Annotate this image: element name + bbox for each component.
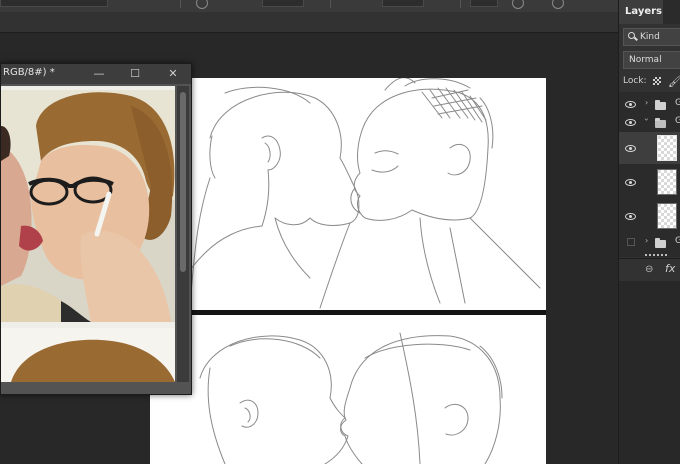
blend-mode-label: Normal [629,55,662,65]
chevron-down-icon[interactable]: › [642,118,651,121]
reference-photo [1,86,175,382]
layer-name: G [675,116,680,126]
reference-scrollbar-thumb[interactable] [180,92,186,272]
visibility-eye-icon[interactable] [625,145,636,152]
layer-filter-kind[interactable]: Kind [623,28,680,46]
layer-row-group[interactable]: › G [619,114,680,130]
options-field[interactable] [0,0,108,7]
folder-icon [655,100,666,110]
layer-list: › G › G › G [619,92,680,257]
layer-name: G [675,236,680,246]
options-field[interactable] [262,0,304,7]
lock-image-pixels-brush-icon[interactable]: 🖌 [668,74,680,90]
reference-window-title: RGB/8#) * [3,67,55,78]
layers-panel: Layers Kind Normal Lock: 🖌 › G › G › G ⊖… [618,0,680,464]
options-field[interactable] [470,0,498,7]
layer-row-selected[interactable] [619,132,680,164]
link-icon[interactable]: ⊖ [645,264,653,275]
layer-row[interactable] [619,200,680,232]
reference-window-titlebar[interactable]: RGB/8#) * — ☐ ✕ [1,64,191,84]
reference-window[interactable]: RGB/8#) * — ☐ ✕ [0,63,192,395]
maximize-button[interactable]: ☐ [127,66,143,82]
lock-transparent-pixels-icon[interactable] [653,77,661,85]
options-bar [0,0,618,12]
layer-thumbnail [657,135,677,161]
angle-icon[interactable] [512,0,524,9]
search-icon [628,32,635,39]
layers-tab[interactable]: Layers [619,0,663,24]
visibility-toggle-empty[interactable] [627,238,635,246]
layer-row-group[interactable]: › G [619,96,680,112]
blend-mode-select[interactable]: Normal [623,51,680,69]
chevron-right-icon[interactable]: › [645,98,648,107]
symmetry-icon[interactable] [552,0,564,9]
folder-icon [655,238,666,248]
sketch-panel-top [174,78,541,464]
settings-icon[interactable] [196,0,208,9]
panel-tab-strip [663,0,680,24]
layer-row[interactable] [619,166,680,198]
filter-kind-label: Kind [640,32,660,42]
fx-icon[interactable]: fx [665,262,675,275]
options-separator [460,0,461,8]
canvas[interactable] [150,78,546,464]
panel-empty-area [619,281,680,464]
minimize-button[interactable]: — [91,66,107,82]
chevron-right-icon[interactable]: › [645,236,648,245]
visibility-eye-icon[interactable] [625,101,636,108]
layer-thumbnail [657,169,677,195]
lock-label: Lock: [623,76,647,86]
panel-divider [150,310,546,315]
reference-scrollbar[interactable] [177,86,189,382]
options-separator [180,0,181,8]
options-separator [330,0,331,8]
layer-thumbnail [657,203,677,229]
reference-photo-image [1,86,175,382]
visibility-eye-icon[interactable] [625,179,636,186]
options-field[interactable] [382,0,424,7]
visibility-eye-icon[interactable] [625,119,636,126]
layer-name: G [675,98,680,108]
lock-row: Lock: 🖌 [623,73,680,89]
close-button[interactable]: ✕ [165,66,181,82]
visibility-eye-icon[interactable] [625,213,636,220]
layers-footer: ⊖ fx [619,258,680,281]
open-folder-icon [655,118,666,128]
document-tab-strip [0,12,618,33]
layer-row-group[interactable]: › G [619,234,680,250]
